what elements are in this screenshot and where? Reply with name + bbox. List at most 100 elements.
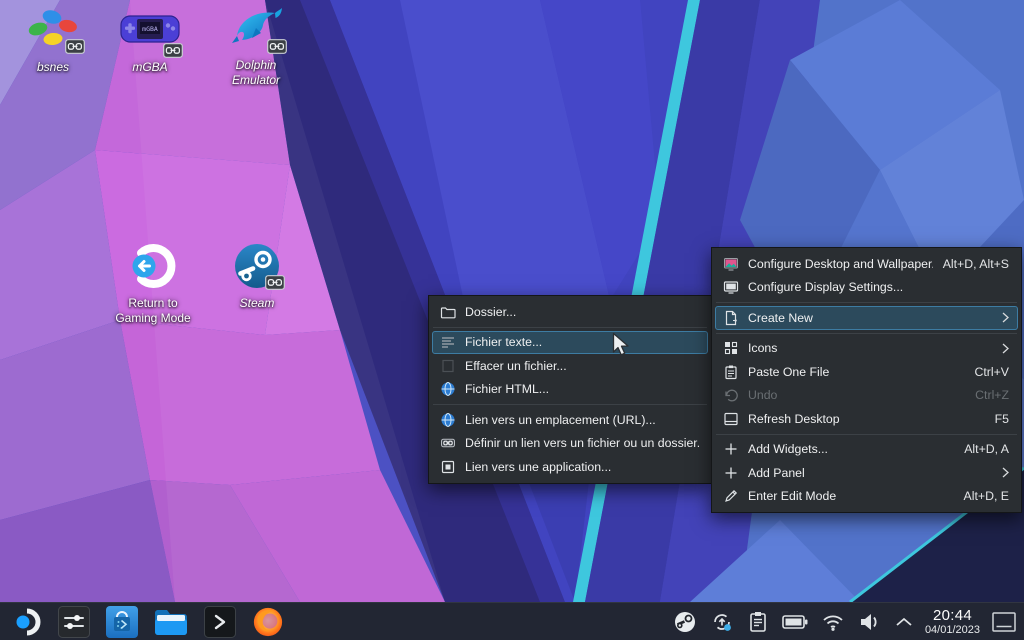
- steam-tray-icon: [673, 610, 697, 634]
- folder-icon: [154, 608, 188, 636]
- steam-tray-button[interactable]: [673, 605, 697, 639]
- menu-item-shortcut: Alt+D, A: [964, 442, 1009, 456]
- taskbar-panel: 20:44 04/01/2023: [0, 602, 1024, 640]
- menu-item-shortcut: Ctrl+V: [974, 365, 1009, 379]
- desktop[interactable]: bsnes mGBA mGBA: [0, 0, 1024, 640]
- clipboard-tray-button[interactable]: [747, 605, 769, 639]
- menu-item-label: Dossier...: [465, 305, 699, 319]
- menu-item-label: Lien vers une application...: [465, 460, 699, 474]
- chain-link-icon: [440, 435, 456, 451]
- system-settings-icon: [58, 606, 90, 638]
- file-manager-button[interactable]: [154, 605, 188, 639]
- symlink-badge-icon: [265, 275, 285, 290]
- desktop-icon-label: bsnes: [37, 60, 69, 75]
- wifi-tray-button[interactable]: [821, 605, 845, 639]
- desktop-icon-return-to-gaming-mode[interactable]: Return to Gaming Mode: [102, 240, 204, 326]
- system-settings-button[interactable]: [58, 605, 90, 639]
- application-launcher-button[interactable]: [12, 605, 42, 639]
- menu-item-label: Create New: [748, 311, 992, 325]
- menu-item-configure-desktop-wallpaper[interactable]: Configure Desktop and Wallpaper... Alt+D…: [715, 252, 1018, 276]
- menu-item-label: Fichier texte...: [465, 335, 699, 349]
- menu-separator: [433, 404, 707, 405]
- submenu-arrow-icon: [1002, 343, 1009, 354]
- symlink-badge-icon: [163, 43, 183, 58]
- menu-item-fichier-texte[interactable]: Fichier texte...: [432, 331, 708, 355]
- menu-item-dossier[interactable]: Dossier...: [432, 300, 708, 324]
- menu-item-undo[interactable]: Undo Ctrl+Z: [715, 384, 1018, 408]
- clipboard-icon: [747, 610, 769, 634]
- menu-item-effacer-un-fichier[interactable]: Effacer un fichier...: [432, 354, 708, 378]
- wifi-icon: [821, 612, 845, 632]
- show-desktop-icon: [992, 612, 1016, 632]
- menu-item-label: Enter Edit Mode: [748, 489, 954, 503]
- menu-item-label: Effacer un fichier...: [465, 359, 699, 373]
- clock-date: 04/01/2023: [925, 625, 980, 636]
- desktop-icon-steam[interactable]: Steam: [212, 240, 302, 311]
- wallpaper-icon: [723, 256, 739, 272]
- desktop-icon-dolphin-emulator[interactable]: Dolphin Emulator: [210, 6, 302, 88]
- return-to-gaming-mode-icon: [127, 240, 179, 292]
- battery-tray-button[interactable]: [782, 605, 808, 639]
- expand-tray-button[interactable]: [895, 605, 913, 639]
- menu-separator: [716, 434, 1017, 435]
- menu-item-lien-url[interactable]: Lien vers un emplacement (URL)...: [432, 408, 708, 432]
- menu-item-shortcut: Ctrl+Z: [975, 388, 1009, 402]
- menu-item-add-widgets[interactable]: Add Widgets... Alt+D, A: [715, 438, 1018, 462]
- menu-separator: [716, 333, 1017, 334]
- menu-item-lien-fichier-dossier[interactable]: Définir un lien vers un fichier ou un do…: [432, 432, 708, 456]
- plus-icon: [723, 441, 739, 457]
- menu-item-icons[interactable]: Icons: [715, 337, 1018, 361]
- menu-item-label: Add Widgets...: [748, 442, 954, 456]
- desktop-context-menu: Configure Desktop and Wallpaper... Alt+D…: [711, 247, 1022, 513]
- volume-icon: [858, 611, 882, 633]
- menu-item-paste-one-file[interactable]: Paste One File Ctrl+V: [715, 360, 1018, 384]
- plus-icon: [723, 465, 739, 481]
- konsole-terminal-button[interactable]: [204, 605, 236, 639]
- menu-item-shortcut: Alt+D, E: [964, 489, 1009, 503]
- menu-item-configure-display-settings[interactable]: Configure Display Settings...: [715, 276, 1018, 300]
- menu-item-shortcut: Alt+D, Alt+S: [943, 257, 1009, 271]
- desktop-icon-mgba[interactable]: mGBA mGBA: [104, 6, 196, 75]
- menu-item-create-new[interactable]: Create New: [715, 306, 1018, 330]
- menu-item-label: Paste One File: [748, 365, 964, 379]
- desktop-icon-bsnes[interactable]: bsnes: [8, 6, 98, 75]
- edit-pencil-icon: [723, 488, 739, 504]
- menu-item-label: Refresh Desktop: [748, 412, 985, 426]
- desktop-icon-label: Dolphin Emulator: [217, 58, 295, 88]
- globe-icon: [440, 381, 456, 397]
- menu-item-label: Lien vers un emplacement (URL)...: [465, 413, 699, 427]
- menu-item-label: Add Panel: [748, 466, 992, 480]
- firefox-icon: [252, 606, 284, 638]
- icons-grid-icon: [723, 340, 739, 356]
- menu-item-shortcut: F5: [995, 412, 1009, 426]
- menu-item-add-panel[interactable]: Add Panel: [715, 461, 1018, 485]
- updates-tray-button[interactable]: [710, 605, 734, 639]
- svg-text:mGBA: mGBA: [142, 25, 158, 33]
- create-new-submenu: Dossier... Fichier texte... Effacer un f…: [428, 295, 712, 484]
- updates-icon: [710, 610, 734, 634]
- clipboard-icon: [723, 364, 739, 380]
- discover-store-button[interactable]: [106, 605, 138, 639]
- menu-item-refresh-desktop[interactable]: Refresh Desktop F5: [715, 407, 1018, 431]
- menu-item-lien-application[interactable]: Lien vers une application...: [432, 455, 708, 479]
- menu-item-label: Undo: [748, 388, 965, 402]
- application-icon: [440, 459, 456, 475]
- menu-separator: [433, 327, 707, 328]
- chevron-up-icon: [895, 616, 913, 628]
- clock-time: 20:44: [925, 608, 980, 623]
- menu-separator: [716, 302, 1017, 303]
- undo-icon: [723, 387, 739, 403]
- document-new-icon: [723, 310, 739, 326]
- digital-clock[interactable]: 20:44 04/01/2023: [925, 608, 980, 636]
- show-desktop-button[interactable]: [992, 605, 1016, 639]
- menu-item-enter-edit-mode[interactable]: Enter Edit Mode Alt+D, E: [715, 485, 1018, 509]
- desktop-icon-label: Steam: [240, 296, 275, 311]
- battery-icon: [782, 614, 808, 630]
- symlink-badge-icon: [65, 39, 85, 54]
- menu-item-fichier-html[interactable]: Fichier HTML...: [432, 378, 708, 402]
- mouse-cursor: [612, 332, 631, 358]
- display-icon: [723, 279, 739, 295]
- steam-deck-logo-icon: [12, 607, 42, 637]
- firefox-button[interactable]: [252, 605, 284, 639]
- volume-tray-button[interactable]: [858, 605, 882, 639]
